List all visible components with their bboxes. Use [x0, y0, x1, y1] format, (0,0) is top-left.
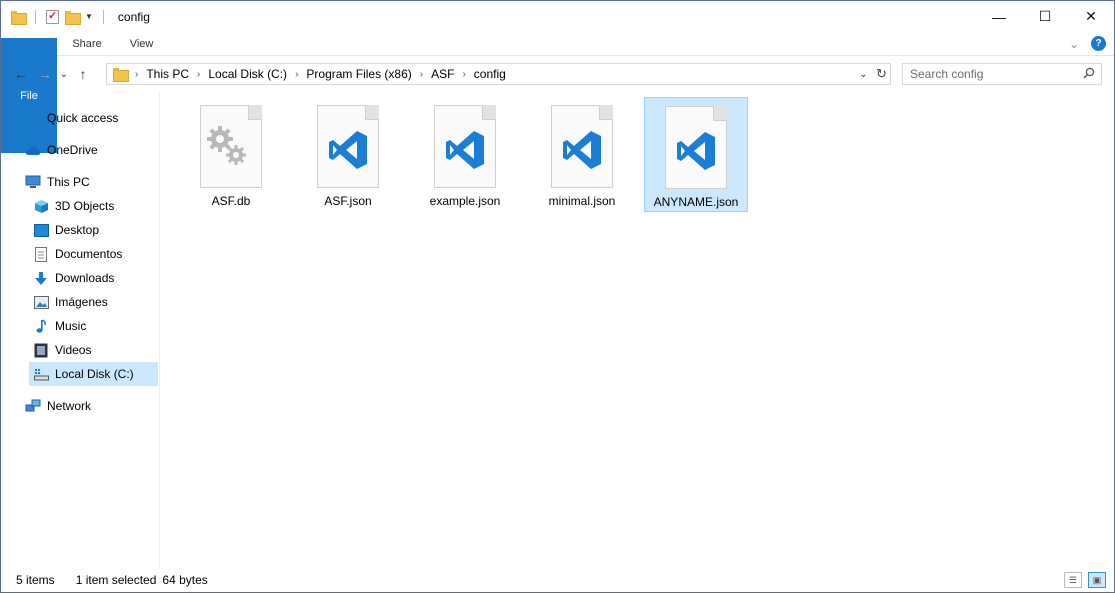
search-icon — [1083, 67, 1095, 82]
network-icon — [25, 398, 41, 414]
music-icon — [33, 318, 49, 334]
file-item[interactable]: minimal.json — [530, 97, 634, 212]
computer-icon — [25, 174, 41, 190]
sidebar-item-label: Videos — [55, 343, 92, 357]
picture-icon — [33, 294, 49, 310]
ribbon-tabs: File Home Share View ⌄ ? — [1, 32, 1114, 153]
sidebar-item-quick-access[interactable]: Quick access — [25, 106, 182, 130]
folder-icon — [113, 68, 129, 82]
details-view-icon[interactable]: ☰ — [1064, 572, 1082, 588]
customize-toolbar-icon[interactable]: ▼ — [85, 12, 93, 21]
window-title: config — [117, 9, 150, 24]
video-icon — [33, 342, 49, 358]
large-icons-view-icon[interactable]: ▣ — [1088, 572, 1106, 588]
sidebar-item-local-disk[interactable]: Local Disk (C:) — [29, 362, 158, 386]
sidebar-item-label: Music — [55, 319, 87, 333]
file-item[interactable]: example.json — [413, 97, 517, 212]
window-controls: — ☐ ✕ — [976, 1, 1114, 32]
search-input[interactable]: Search config — [902, 63, 1102, 85]
sidebar-item-label: Documentos — [55, 247, 123, 261]
drive-icon — [33, 366, 49, 382]
file-item-selected[interactable]: ANYNAME.json — [644, 97, 748, 212]
refresh-icon[interactable]: ↻ — [872, 64, 890, 84]
file-list: ASF.db ASF.json example.json minimal.jso… — [161, 91, 1114, 567]
breadcrumb-separator[interactable]: › — [295, 69, 298, 80]
file-name: minimal.json — [548, 194, 616, 208]
settings-file-icon — [200, 105, 262, 188]
item-count: 5 items — [16, 573, 55, 587]
tab-view[interactable]: View — [116, 32, 168, 55]
vscode-file-icon — [434, 105, 496, 188]
breadcrumb-program-files[interactable]: Program Files (x86) — [306, 67, 411, 81]
new-folder-icon[interactable] — [65, 10, 81, 25]
quick-access-toolbar: ▼ config — [1, 9, 150, 25]
file-item[interactable]: ASF.db — [179, 97, 283, 212]
sidebar-item-label: Downloads — [55, 271, 115, 285]
forward-button[interactable]: → — [33, 66, 57, 82]
properties-icon[interactable] — [46, 9, 59, 24]
document-icon — [33, 246, 49, 262]
file-name: example.json — [429, 194, 501, 208]
breadcrumb-separator[interactable]: › — [197, 69, 200, 80]
cloud-icon — [25, 142, 41, 158]
breadcrumb-separator: › — [135, 68, 139, 80]
sidebar-item-onedrive[interactable]: OneDrive — [25, 138, 182, 162]
file-item[interactable]: ASF.json — [296, 97, 400, 212]
breadcrumb-local-disk[interactable]: Local Disk (C:) — [208, 67, 287, 81]
tab-share[interactable]: Share — [58, 32, 115, 55]
sidebar-item-label: Local Disk (C:) — [55, 367, 134, 381]
expand-ribbon-icon[interactable]: ⌄ — [1069, 37, 1079, 51]
sidebar-item-label: Quick access — [47, 111, 119, 125]
sidebar-item-label: Desktop — [55, 223, 100, 237]
sidebar-item-label: 3D Objects — [55, 199, 115, 213]
download-icon — [33, 270, 49, 286]
close-button[interactable]: ✕ — [1068, 1, 1114, 32]
help-icon[interactable]: ? — [1091, 36, 1106, 51]
view-toggle: ☰ ▣ — [1064, 572, 1106, 588]
vscode-file-icon — [665, 106, 727, 189]
sidebar-item-this-pc[interactable]: This PC — [25, 170, 182, 194]
desktop-icon — [33, 222, 49, 238]
sidebar-item-network[interactable]: Network — [25, 394, 182, 418]
search-placeholder: Search config — [910, 67, 984, 81]
breadcrumb: › This PC › Local Disk (C:) › Program Fi… — [135, 67, 506, 81]
navigation-pane: Quick access OneDrive This PC 3D Objects… — [1, 91, 160, 567]
toolbar-divider — [35, 9, 36, 24]
status-bar: 5 items 1 item selected 64 bytes ☰ ▣ — [1, 567, 1114, 593]
back-button[interactable]: ← — [9, 66, 33, 82]
file-name: ASF.json — [324, 194, 372, 208]
up-button[interactable]: ↑ — [71, 66, 95, 82]
selection-size: 64 bytes — [162, 573, 208, 587]
breadcrumb-separator[interactable]: › — [462, 69, 465, 80]
star-icon — [25, 110, 41, 126]
title-bar: ▼ config — ☐ ✕ — [1, 1, 1114, 32]
toolbar-divider — [102, 9, 104, 24]
sidebar-item-label: Network — [47, 399, 92, 413]
address-bar[interactable]: › This PC › Local Disk (C:) › Program Fi… — [106, 63, 891, 85]
ribbon-right: ⌄ ? — [1069, 36, 1106, 51]
recent-locations-button[interactable]: ⌄ — [57, 69, 71, 80]
explorer-window: ▼ config — ☐ ✕ File Home Share View ⌄ ? … — [0, 0, 1115, 593]
navigation-bar: ← → ⌄ ↑ › This PC › Local Disk (C:) › Pr… — [1, 57, 1114, 91]
cube-icon — [33, 198, 49, 214]
file-name: ASF.db — [211, 194, 251, 208]
minimize-button[interactable]: — — [976, 1, 1022, 32]
file-name: ANYNAME.json — [653, 195, 739, 209]
sidebar-item-label: This PC — [47, 175, 90, 189]
maximize-button[interactable]: ☐ — [1022, 1, 1068, 32]
vscode-file-icon — [317, 105, 379, 188]
sidebar-item-label: Imágenes — [55, 295, 108, 309]
sidebar-item-label: OneDrive — [47, 143, 98, 157]
address-controls: ⌄ ↻ — [854, 64, 890, 84]
folder-icon — [11, 10, 27, 25]
breadcrumb-asf[interactable]: ASF — [431, 67, 454, 81]
selection-count: 1 item selected — [75, 573, 157, 587]
address-dropdown-icon[interactable]: ⌄ — [854, 64, 872, 84]
breadcrumb-separator[interactable]: › — [420, 69, 423, 80]
vscode-file-icon — [551, 105, 613, 188]
breadcrumb-config[interactable]: config — [474, 67, 506, 81]
breadcrumb-this-pc[interactable]: This PC — [146, 67, 189, 81]
